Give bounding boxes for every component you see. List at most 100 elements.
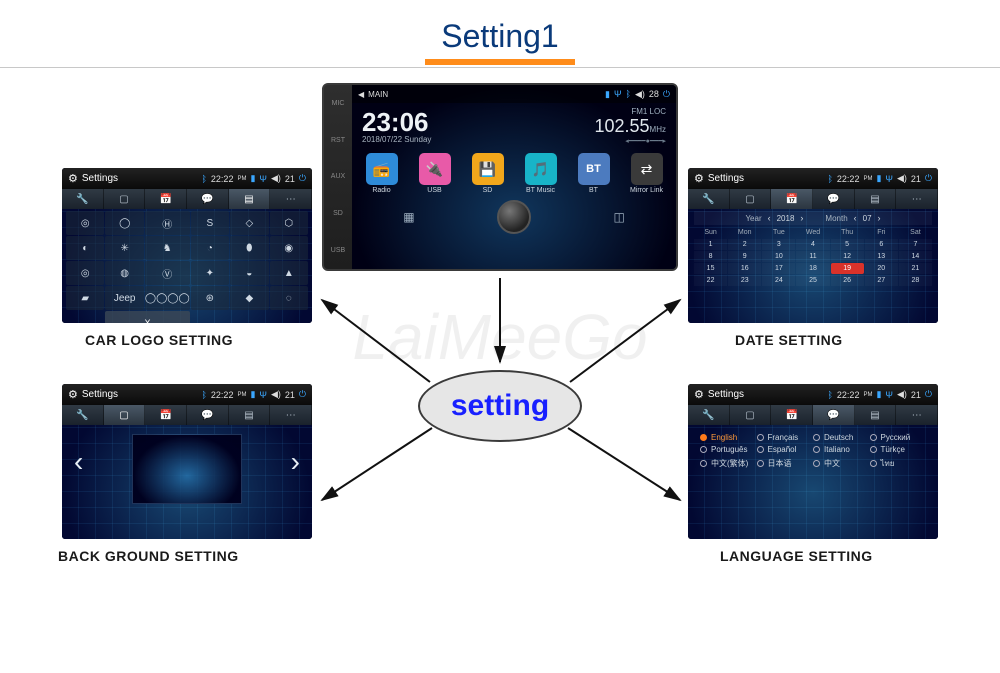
tab-date[interactable]: 📅 <box>145 189 187 209</box>
cal-day[interactable]: 3 <box>762 239 795 250</box>
tab-language[interactable]: 💬 <box>187 405 229 425</box>
cal-day[interactable]: 25 <box>796 275 829 286</box>
cal-day[interactable]: 11 <box>796 251 829 262</box>
language-option[interactable]: 中文 <box>813 457 870 470</box>
cal-day[interactable]: 13 <box>865 251 898 262</box>
app-sd[interactable]: 💾SD <box>465 153 510 194</box>
logo-cell[interactable]: ◍ <box>105 261 143 285</box>
prev-bg-arrow[interactable]: ‹ <box>74 446 83 478</box>
language-option[interactable]: Deutsch <box>813 433 870 442</box>
tab-about[interactable]: ⋯ <box>896 189 938 209</box>
cal-day[interactable]: 7 <box>899 239 932 250</box>
logo-cell[interactable]: Ⓥ <box>145 261 190 285</box>
tab-date[interactable]: 📅 <box>771 405 813 425</box>
logo-cell[interactable]: ⊛ <box>191 286 229 310</box>
power-icon[interactable]: ⏻ <box>299 173 306 184</box>
month-prev[interactable]: ‹ <box>854 213 857 223</box>
logo-cell[interactable]: ✦ <box>191 261 229 285</box>
logo-cell[interactable]: ◆ <box>230 286 268 310</box>
logo-close-button[interactable]: X <box>105 311 189 323</box>
app-radio[interactable]: 📻Radio <box>359 153 404 194</box>
logo-cell[interactable]: ⬡ <box>270 211 308 235</box>
app-bt-music[interactable]: 🎵BT Music <box>518 153 563 194</box>
tab-about[interactable]: ⋯ <box>896 405 938 425</box>
app-bt[interactable]: BTBT <box>571 153 616 194</box>
tab-logo[interactable]: ▤ <box>855 405 897 425</box>
tab-date[interactable]: 📅 <box>771 189 813 209</box>
logo-cell[interactable]: ◯◯◯◯ <box>145 286 190 310</box>
cal-day[interactable]: 28 <box>899 275 932 286</box>
power-icon[interactable]: ⏻ <box>663 89 670 100</box>
tab-language[interactable]: 💬 <box>813 405 855 425</box>
app-mirror-link[interactable]: ⇄Mirror Link <box>624 153 669 194</box>
cal-day[interactable]: 12 <box>831 251 864 262</box>
tab-date[interactable]: 📅 <box>145 405 187 425</box>
language-option[interactable]: ไทย <box>870 457 927 470</box>
cal-day[interactable]: 2 <box>728 239 761 250</box>
logo-cell[interactable]: ◯ <box>105 211 143 235</box>
tab-logo[interactable]: ▤ <box>855 189 897 209</box>
tab-logo[interactable]: ▤ <box>229 189 271 209</box>
tab-general[interactable]: 🔧 <box>688 189 730 209</box>
cal-day[interactable]: 26 <box>831 275 864 286</box>
language-option[interactable]: Русский <box>870 433 927 442</box>
power-icon[interactable]: ⏻ <box>299 389 306 400</box>
language-option[interactable]: English <box>700 433 757 442</box>
logo-cell[interactable]: S <box>191 211 229 235</box>
cal-day[interactable]: 16 <box>728 263 761 274</box>
cal-day[interactable]: 23 <box>728 275 761 286</box>
logo-cell[interactable]: ◎ <box>66 211 104 235</box>
cal-day[interactable]: 17 <box>762 263 795 274</box>
cal-day[interactable]: 4 <box>796 239 829 250</box>
logo-cell[interactable]: ✳ <box>105 236 143 260</box>
cal-day[interactable]: 1 <box>694 239 727 250</box>
logo-cell[interactable]: ◒ <box>230 261 268 285</box>
cal-day[interactable]: 6 <box>865 239 898 250</box>
tab-about[interactable]: ⋯ <box>270 405 312 425</box>
cal-day[interactable]: 19 <box>831 263 864 274</box>
cal-day[interactable]: 10 <box>762 251 795 262</box>
back-icon[interactable]: ◀ <box>358 90 364 99</box>
tab-general[interactable]: 🔧 <box>62 189 104 209</box>
cal-day[interactable]: 22 <box>694 275 727 286</box>
cal-day[interactable]: 8 <box>694 251 727 262</box>
cal-day[interactable]: 20 <box>865 263 898 274</box>
tab-display[interactable]: ▢ <box>730 405 772 425</box>
power-icon[interactable]: ⏻ <box>925 173 932 184</box>
tab-language[interactable]: 💬 <box>813 189 855 209</box>
logo-cell[interactable]: Ⓗ <box>145 211 190 235</box>
tab-logo[interactable]: ▤ <box>229 405 271 425</box>
logo-cell[interactable]: ◐ <box>66 236 104 260</box>
cal-day[interactable]: 24 <box>762 275 795 286</box>
language-option[interactable]: Français <box>757 433 814 442</box>
logo-cell[interactable]: Jeep <box>105 286 143 310</box>
logo-cell[interactable]: ▰ <box>66 286 104 310</box>
cal-day[interactable]: 5 <box>831 239 864 250</box>
logo-cell[interactable]: ◉ <box>270 236 308 260</box>
tab-general[interactable]: 🔧 <box>62 405 104 425</box>
language-option[interactable]: 中文(繁体) <box>700 457 757 470</box>
year-prev[interactable]: ‹ <box>768 213 771 223</box>
logo-cell[interactable]: ♞ <box>145 236 190 260</box>
logo-cell[interactable]: ◎ <box>66 261 104 285</box>
year-next[interactable]: › <box>800 213 803 223</box>
background-preview[interactable] <box>132 434 242 504</box>
language-option[interactable]: Português <box>700 445 757 454</box>
cal-day[interactable]: 15 <box>694 263 727 274</box>
logo-cell[interactable]: ▲ <box>270 261 308 285</box>
tab-display[interactable]: ▢ <box>730 189 772 209</box>
language-option[interactable]: 日本语 <box>757 457 814 470</box>
cal-day[interactable]: 27 <box>865 275 898 286</box>
volume-knob[interactable] <box>497 200 531 234</box>
tab-display[interactable]: ▢ <box>104 405 146 425</box>
logo-cell[interactable]: ◇ <box>230 211 268 235</box>
month-next[interactable]: › <box>878 213 881 223</box>
language-option[interactable]: Italiano <box>813 445 870 454</box>
logo-cell[interactable]: ⬮ <box>230 236 268 260</box>
logo-cell[interactable]: ◔ <box>191 236 229 260</box>
eq-icon[interactable]: ◫ <box>613 210 624 224</box>
cal-day[interactable]: 14 <box>899 251 932 262</box>
tab-display[interactable]: ▢ <box>104 189 146 209</box>
power-icon[interactable]: ⏻ <box>925 389 932 400</box>
logo-cell[interactable]: ◌ <box>270 286 308 310</box>
